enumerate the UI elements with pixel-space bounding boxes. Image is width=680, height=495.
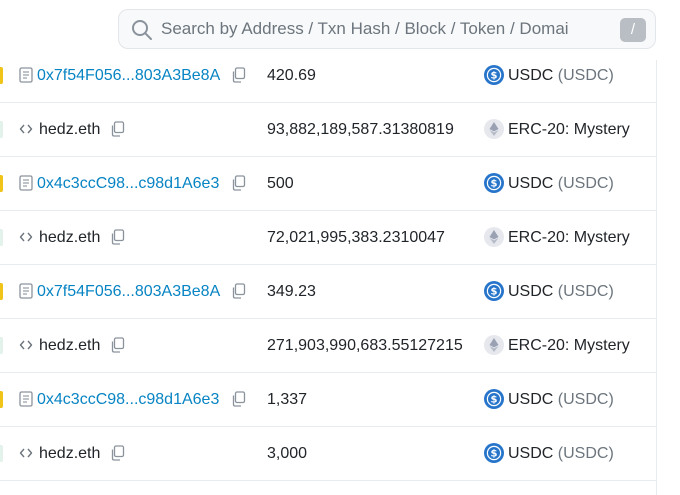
search-box[interactable]: / <box>118 9 656 49</box>
contract-file-icon <box>19 283 33 299</box>
token-name: ERC-20: Mystery <box>508 121 630 138</box>
address-link[interactable]: 0x4c3ccC98...c98d1A6e3 <box>37 157 219 210</box>
code-brackets-icon <box>19 448 33 458</box>
svg-text:$: $ <box>491 71 498 82</box>
svg-text:$: $ <box>491 287 498 298</box>
contract-marker <box>0 391 3 408</box>
table-row: hedz.eth 271,903,990,683.55127215 ERC-20: … <box>0 319 656 373</box>
row-marker <box>0 229 3 246</box>
token-name: USDC <box>508 445 554 462</box>
contract-marker <box>0 67 3 84</box>
search-icon <box>132 20 152 40</box>
copy-icon[interactable] <box>231 67 246 83</box>
table-row: hedz.eth 93,882,189,587.31380819 ERC-20: M… <box>0 103 656 157</box>
svg-text:$: $ <box>491 179 498 190</box>
token-link[interactable]: ERC-20: Mystery <box>508 103 630 156</box>
amount-value: 271,903,990,683.55127215 <box>267 337 463 354</box>
search-shortcut-key: / <box>620 18 646 42</box>
eth-icon <box>484 335 504 355</box>
token-link[interactable]: ERC-20: Mystery <box>508 211 630 264</box>
token-name: ERC-20: Mystery <box>508 229 630 246</box>
search-input[interactable] <box>161 10 581 48</box>
copy-icon[interactable] <box>110 445 125 461</box>
contract-marker <box>0 283 3 300</box>
copy-icon[interactable] <box>231 283 246 299</box>
copy-icon[interactable] <box>110 121 125 137</box>
table-row: 0x4c3ccC98...c98d1A6e3 500 $ USDC (USDC) <box>0 157 656 211</box>
amount-value: 500 <box>267 175 294 192</box>
address-link[interactable]: 0x7f54F056...803A3Be8A <box>37 265 220 318</box>
copy-icon[interactable] <box>110 337 125 353</box>
contract-file-icon <box>19 67 33 83</box>
token-symbol: (USDC) <box>557 67 614 84</box>
copy-icon[interactable] <box>231 391 246 407</box>
usdc-icon: $ <box>484 65 504 85</box>
eth-icon <box>484 119 504 139</box>
usdc-icon: $ <box>484 281 504 301</box>
address-link[interactable]: hedz.eth <box>39 319 100 372</box>
copy-icon[interactable] <box>110 229 125 245</box>
amount-value: 1,337 <box>267 391 308 408</box>
top-bar: / <box>0 0 680 60</box>
code-brackets-icon <box>19 232 33 242</box>
address-link[interactable]: 0x4c3ccC98...c98d1A6e3 <box>37 373 219 426</box>
row-marker <box>0 121 3 138</box>
table-row: 0x4c3ccC98...c98d1A6e3 1,337 $ USDC (USDC) <box>0 373 656 427</box>
token-link[interactable]: ERC-20: Mystery <box>508 319 630 372</box>
address-link[interactable]: hedz.eth <box>39 427 100 480</box>
token-name: USDC <box>508 175 554 192</box>
svg-text:$: $ <box>491 395 498 406</box>
token-name: USDC <box>508 67 554 84</box>
usdc-icon: $ <box>484 389 504 409</box>
token-link[interactable]: USDC (USDC) <box>508 373 614 426</box>
table-row: hedz.eth 3,000 $ USDC (USDC) <box>0 427 656 481</box>
usdc-icon: $ <box>484 173 504 193</box>
token-link[interactable]: USDC (USDC) <box>508 427 614 480</box>
row-marker <box>0 337 3 354</box>
token-name: USDC <box>508 283 554 300</box>
row-marker <box>0 445 3 462</box>
token-transfers-table: 0x7f54F056...803A3Be8A 420.69 $ USDC (USDC)… <box>0 49 656 481</box>
table-row: 0x7f54F056...803A3Be8A 349.23 $ USDC (USDC) <box>0 265 656 319</box>
contract-file-icon <box>19 391 33 407</box>
code-brackets-icon <box>19 124 33 134</box>
amount-value: 3,000 <box>267 445 308 462</box>
contract-marker <box>0 175 3 192</box>
eth-icon <box>484 227 504 247</box>
amount-value: 72,021,995,383.2310047 <box>267 229 445 246</box>
token-symbol: (USDC) <box>557 391 614 408</box>
token-symbol: (USDC) <box>557 445 614 462</box>
svg-text:$: $ <box>491 449 498 460</box>
token-name: ERC-20: Mystery <box>508 337 630 354</box>
amount-value: 93,882,189,587.31380819 <box>267 121 454 138</box>
usdc-icon: $ <box>484 443 504 463</box>
token-link[interactable]: USDC (USDC) <box>508 157 614 210</box>
token-symbol: (USDC) <box>557 175 614 192</box>
token-name: USDC <box>508 391 554 408</box>
address-link[interactable]: hedz.eth <box>39 211 100 264</box>
copy-icon[interactable] <box>231 175 246 191</box>
address-link[interactable]: hedz.eth <box>39 103 100 156</box>
contract-file-icon <box>19 175 33 191</box>
table-right-border <box>656 49 657 495</box>
token-link[interactable]: USDC (USDC) <box>508 265 614 318</box>
token-symbol: (USDC) <box>557 283 614 300</box>
code-brackets-icon <box>19 340 33 350</box>
amount-value: 349.23 <box>267 283 316 300</box>
table-row: hedz.eth 72,021,995,383.2310047 ERC-20: My… <box>0 211 656 265</box>
